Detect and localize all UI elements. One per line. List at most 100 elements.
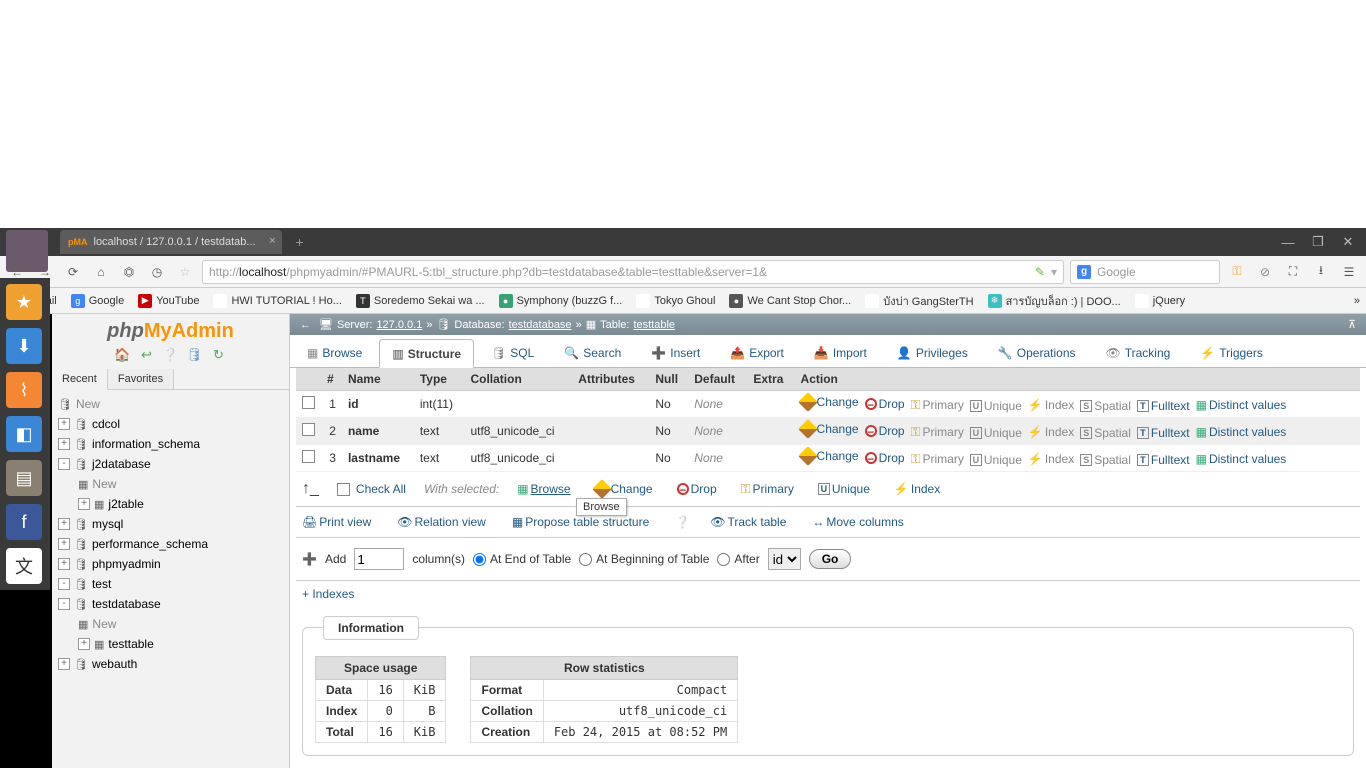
bookmark-item[interactable]: ●We Cant Stop Chor...	[725, 292, 855, 310]
tree-toggle-icon[interactable]: +	[58, 538, 70, 550]
dock-rss-icon[interactable]: ⌇	[6, 372, 42, 408]
action-distinct[interactable]: ▦Distinct values	[1196, 452, 1287, 466]
crumb-table[interactable]: testtable	[633, 319, 675, 331]
close-window-button[interactable]: ✕	[1334, 231, 1362, 253]
menu-button[interactable]: ☰	[1338, 261, 1360, 283]
column-header[interactable]: Collation	[464, 368, 572, 391]
history-button[interactable]: ◷	[146, 261, 168, 283]
tree-table[interactable]: +▦testtable	[54, 634, 287, 654]
docs-icon[interactable]: ❔	[163, 347, 179, 363]
bookmark-item[interactable]: ▶YouTube	[134, 292, 203, 310]
tab-export[interactable]: 📤Export	[717, 339, 797, 367]
bookmark-item[interactable]: TSoredemo Sekai wa ...	[352, 292, 489, 310]
add-count-input[interactable]	[354, 548, 404, 570]
dock-extension-icon[interactable]: ◧	[6, 416, 42, 452]
crumb-server[interactable]: 127.0.0.1	[376, 319, 422, 331]
dock-notes-icon[interactable]: ▤	[6, 460, 42, 496]
cloud-icon[interactable]: ⏣	[118, 261, 140, 283]
action-change[interactable]: Change	[801, 449, 859, 463]
tree-db[interactable]: +🛢information_schema	[54, 434, 287, 454]
crumb-database[interactable]: testdatabase	[509, 319, 572, 331]
home-icon[interactable]: 🏠	[115, 347, 131, 363]
reload-button[interactable]: ⟳	[62, 261, 84, 283]
search-bar[interactable]: g Google	[1070, 260, 1220, 284]
column-header[interactable]: Action	[795, 368, 1360, 391]
column-header[interactable]: Extra	[747, 368, 794, 391]
action-fulltext[interactable]: TFulltext	[1137, 399, 1190, 413]
sidebar-tab-recent[interactable]: Recent	[52, 369, 108, 390]
action-drop[interactable]: −Drop	[865, 451, 905, 465]
tree-db[interactable]: -🛢testdatabase	[54, 594, 287, 614]
move-columns-link[interactable]: ↔Move columns	[812, 515, 903, 529]
minimize-button[interactable]: —	[1274, 231, 1302, 253]
row-checkbox[interactable]	[302, 423, 315, 436]
tree-toggle-icon[interactable]: +	[58, 558, 70, 570]
withsel-change[interactable]: Change	[595, 482, 653, 496]
tree-toggle-icon[interactable]: -	[58, 458, 70, 470]
tree-db[interactable]: +🛢mysql	[54, 514, 287, 534]
dock-facebook-icon[interactable]: f	[6, 504, 42, 540]
tree-db[interactable]: +🛢webauth	[54, 654, 287, 674]
column-header[interactable]: Type	[414, 368, 465, 391]
after-select[interactable]: id	[768, 548, 801, 570]
action-spatial[interactable]: SSpatial	[1080, 453, 1131, 467]
tab-tracking[interactable]: 👁Tracking	[1093, 339, 1184, 367]
url-bar[interactable]: http://localhost/phpmyadmin/#PMAURL-5:tb…	[202, 260, 1064, 284]
action-index[interactable]: ⚡Index	[1028, 425, 1074, 439]
tab-insert[interactable]: ➕Insert	[638, 339, 713, 367]
tree-toggle-icon[interactable]: +	[58, 438, 70, 450]
maximize-button[interactable]: ❐	[1304, 231, 1332, 253]
new-tab-button[interactable]: +	[290, 232, 310, 252]
tree-new[interactable]: 🛢New	[54, 394, 287, 414]
action-spatial[interactable]: SSpatial	[1080, 426, 1131, 440]
tab-search[interactable]: 🔍Search	[551, 339, 634, 367]
dropdown-icon[interactable]: ▾	[1051, 265, 1057, 279]
action-spatial[interactable]: SSpatial	[1080, 399, 1131, 413]
bookmarks-overflow-icon[interactable]: »	[1354, 295, 1360, 307]
bookmark-item[interactable]: HWI TUTORIAL ! Ho...	[209, 292, 345, 310]
check-all-link[interactable]: Check All	[356, 482, 406, 496]
row-checkbox[interactable]	[302, 396, 315, 409]
column-header[interactable]: #	[321, 368, 342, 391]
tree-toggle-icon[interactable]: +	[58, 418, 70, 430]
bookmark-item[interactable]: ●Symphony (buzzG f...	[495, 292, 627, 310]
row-checkbox[interactable]	[302, 450, 315, 463]
sidebar-tab-favorites[interactable]: Favorites	[108, 369, 174, 389]
tree-db[interactable]: -🛢test	[54, 574, 287, 594]
column-header[interactable]: Name	[342, 368, 414, 391]
relation-view-link[interactable]: 👁Relation view	[397, 515, 486, 529]
downloads-button[interactable]: ⭳	[1310, 261, 1332, 283]
tree-toggle-icon[interactable]: -	[58, 598, 70, 610]
dock-translate-icon[interactable]: 文	[6, 548, 42, 584]
withsel-index[interactable]: ⚡Index	[894, 482, 940, 496]
column-header[interactable]: Default	[688, 368, 747, 391]
action-change[interactable]: Change	[801, 395, 859, 409]
action-primary[interactable]: ⚿Primary	[911, 451, 964, 467]
close-icon[interactable]: ×	[269, 235, 275, 247]
bookmark-item[interactable]: gGoogle	[67, 292, 128, 310]
column-header[interactable]: Attributes	[572, 368, 649, 391]
fullscreen-icon[interactable]: ⛶	[1282, 261, 1304, 283]
tab-operations[interactable]: 🔧Operations	[985, 339, 1089, 367]
withsel-primary[interactable]: ⚿Primary	[741, 481, 794, 497]
go-button[interactable]: Go	[809, 549, 852, 569]
profile-avatar[interactable]	[6, 230, 48, 272]
action-drop[interactable]: −Drop	[865, 424, 905, 438]
withsel-drop[interactable]: −Drop	[677, 482, 717, 496]
action-drop[interactable]: −Drop	[865, 397, 905, 411]
browser-tab-active[interactable]: pMA localhost / 127.0.0.1 / testdatab...…	[60, 230, 282, 254]
withsel-unique[interactable]: UUnique	[818, 482, 870, 496]
tree-toggle-icon[interactable]: +	[78, 638, 90, 650]
tree-toggle-icon[interactable]: -	[58, 578, 70, 590]
tree-db[interactable]: +🛢performance_schema	[54, 534, 287, 554]
tree-toggle-icon[interactable]: +	[58, 658, 70, 670]
tab-triggers[interactable]: ⚡Triggers	[1187, 339, 1276, 367]
action-index[interactable]: ⚡Index	[1028, 452, 1074, 466]
dock-download-icon[interactable]: ⬇	[6, 328, 42, 364]
tree-toggle-icon[interactable]: +	[78, 498, 90, 510]
bookmark-item[interactable]: jQuery	[1131, 292, 1189, 310]
tab-browse[interactable]: ▦Browse	[294, 339, 375, 367]
tree-db[interactable]: -🛢j2database	[54, 454, 287, 474]
propose-structure-link[interactable]: ▦Propose table structure	[512, 515, 649, 529]
withsel-browse[interactable]: ▦Browse	[517, 482, 570, 496]
